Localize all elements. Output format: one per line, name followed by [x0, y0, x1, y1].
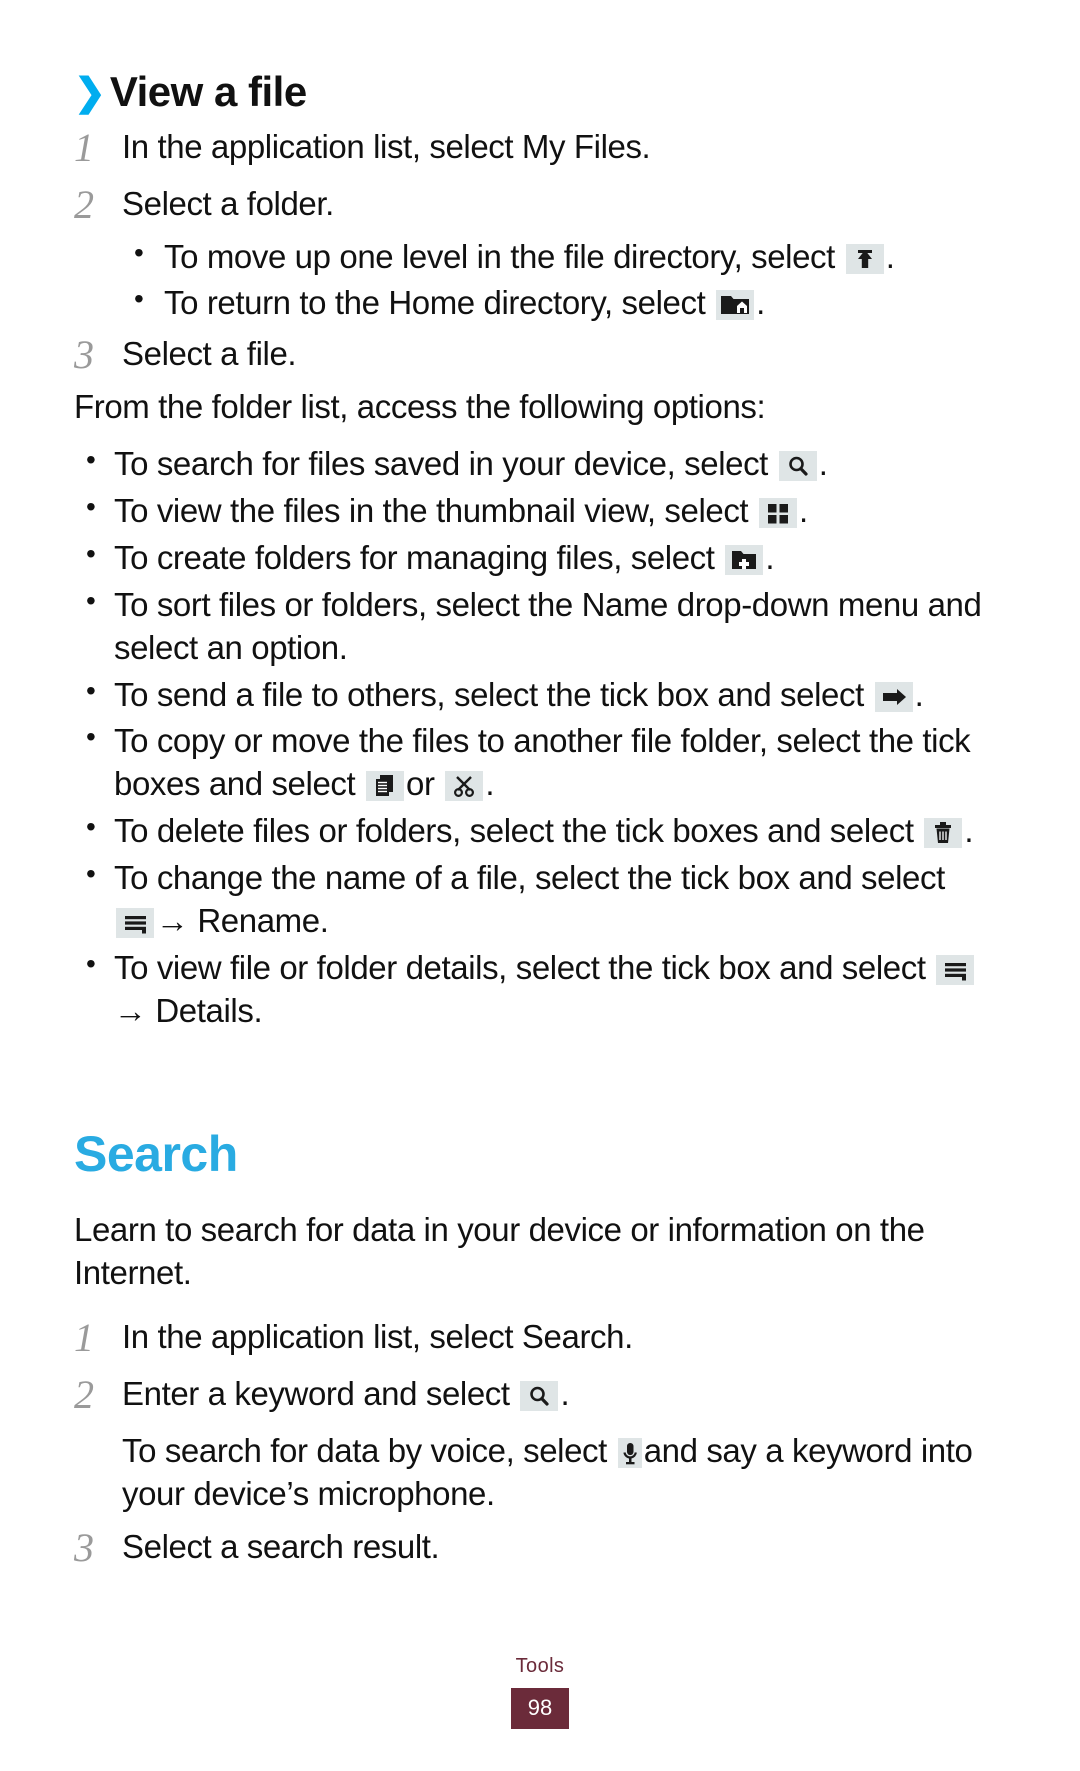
bullet-rename-file: To change the name of a file, select the…	[74, 856, 1006, 943]
bullet-view-details: To view file or folder details, select t…	[74, 946, 1006, 1033]
delete-icon	[924, 818, 963, 849]
bullet-text-after: .	[885, 237, 895, 275]
home-directory-icon	[716, 290, 755, 321]
bullet-home-directory: To return to the Home directory, select …	[122, 281, 1006, 325]
voice-search-text: To search for data by voice, select and …	[122, 1426, 1006, 1516]
copy-icon	[366, 771, 405, 802]
bullet-text-before: To view file or folder details, select t…	[114, 948, 926, 986]
step-text-after: .	[560, 1375, 570, 1413]
bullet-text-before: To return to the Home directory, select	[164, 284, 706, 322]
folder-options-list: To search for files saved in your device…	[74, 442, 1006, 1033]
send-icon	[874, 681, 913, 712]
section-heading-view-a-file: ❯ View a file	[74, 68, 1006, 116]
bullet-text-after: .	[765, 538, 775, 576]
create-folder-icon	[725, 544, 764, 575]
microphone-icon	[617, 1438, 642, 1469]
bullet-text-before: To create folders for managing files, se…	[114, 538, 715, 576]
search-icon	[520, 1381, 559, 1412]
bullet-move-up-level: To move up one level in the file directo…	[122, 235, 1006, 279]
step-text: Select a search result.	[122, 1527, 440, 1565]
step-number: 1	[74, 125, 94, 170]
manual-page: ❯ View a file 1 In the application list,…	[0, 0, 1080, 1771]
bullet-text-middle: or	[406, 765, 435, 803]
search-step-3: 3 Select a search result.	[74, 1522, 1006, 1573]
bullet-copy-move-files: To copy or move the files to another fil…	[74, 719, 1006, 806]
bullet-text-after: .	[798, 491, 808, 529]
bullet-text-before: To send a file to others, select the tic…	[114, 675, 864, 713]
bullet-text-after: .	[914, 675, 924, 713]
bullet-delete-files: To delete files or folders, select the t…	[74, 809, 1006, 853]
search-step-2: 2 Enter a keyword and select .	[74, 1369, 1006, 1420]
bullet-sort-files: To sort files or folders, select the Nam…	[74, 583, 1006, 670]
bullet-text-before: To change the name of a file, select the…	[114, 859, 945, 897]
bullet-text-after: .	[818, 445, 828, 483]
bullet-text-before: To delete files or folders, select the t…	[114, 812, 914, 850]
step-text: In the application list, select Search.	[122, 1318, 633, 1356]
bullet-text-after: → Details.	[114, 991, 263, 1029]
bullet-search-files: To search for files saved in your device…	[74, 442, 1006, 486]
step-1: 1 In the application list, select My Fil…	[74, 122, 1006, 173]
bullet-create-folder: To create folders for managing files, se…	[74, 536, 1006, 580]
bullet-text-after: .	[485, 765, 495, 803]
step-text: In the application list, select My Files…	[122, 128, 651, 165]
bullet-text-after: .	[964, 812, 974, 850]
bullet-text-after: .	[756, 284, 765, 322]
step-number: 2	[74, 181, 94, 227]
page-footer: Tools 98	[0, 1655, 1080, 1729]
move-up-level-icon	[845, 243, 884, 274]
voice-text-before: To search for data by voice, select	[122, 1432, 607, 1470]
step-2-bullet-list: To move up one level in the file directo…	[122, 235, 1006, 326]
search-icon	[778, 451, 817, 482]
voice-search-note: To search for data by voice, select and …	[74, 1426, 1006, 1516]
bullet-send-file: To send a file to others, select the tic…	[74, 673, 1006, 717]
page-number-badge: 98	[511, 1688, 569, 1729]
step-text: Enter a keyword and select .	[122, 1369, 1006, 1416]
step-number: 2	[74, 1372, 94, 1418]
options-intro-text: From the folder list, access the followi…	[74, 388, 766, 426]
footer-section-label: Tools	[515, 1655, 565, 1677]
menu-icon	[936, 954, 975, 985]
page-title-search: Search	[74, 1125, 238, 1182]
step-number: 3	[74, 1524, 94, 1570]
bullet-text-after: → Rename.	[156, 901, 329, 939]
search-step-1: 1 In the application list, select Search…	[74, 1312, 1006, 1363]
step-3: 3 Select a file.	[74, 329, 1006, 380]
cut-icon	[445, 771, 484, 802]
thumbnail-view-icon	[758, 497, 797, 528]
search-intro-text: Learn to search for data in your device …	[74, 1210, 925, 1291]
bullet-text-before: To view the files in the thumbnail view,…	[114, 491, 749, 529]
step-number-spacer	[74, 1426, 122, 1428]
step-number: 1	[74, 1315, 94, 1361]
step-text-before: Enter a keyword and select	[122, 1375, 510, 1413]
chevron-right-icon: ❯	[74, 72, 106, 114]
step-number: 3	[74, 332, 94, 378]
menu-icon	[116, 907, 154, 938]
step-text: Select a folder.	[122, 184, 334, 222]
bullet-text-before: To copy or move the files to another fil…	[114, 722, 971, 803]
step-text: Select a file.	[122, 335, 297, 373]
bullet-text-before: To search for files saved in your device…	[114, 445, 768, 483]
bullet-text: To sort files or folders, select the Nam…	[114, 585, 982, 666]
step-2: 2 Select a folder.	[74, 179, 1006, 230]
section-heading-text: View a file	[109, 68, 307, 115]
bullet-text-before: To move up one level in the file directo…	[164, 237, 835, 275]
bullet-thumbnail-view: To view the files in the thumbnail view,…	[74, 489, 1006, 533]
